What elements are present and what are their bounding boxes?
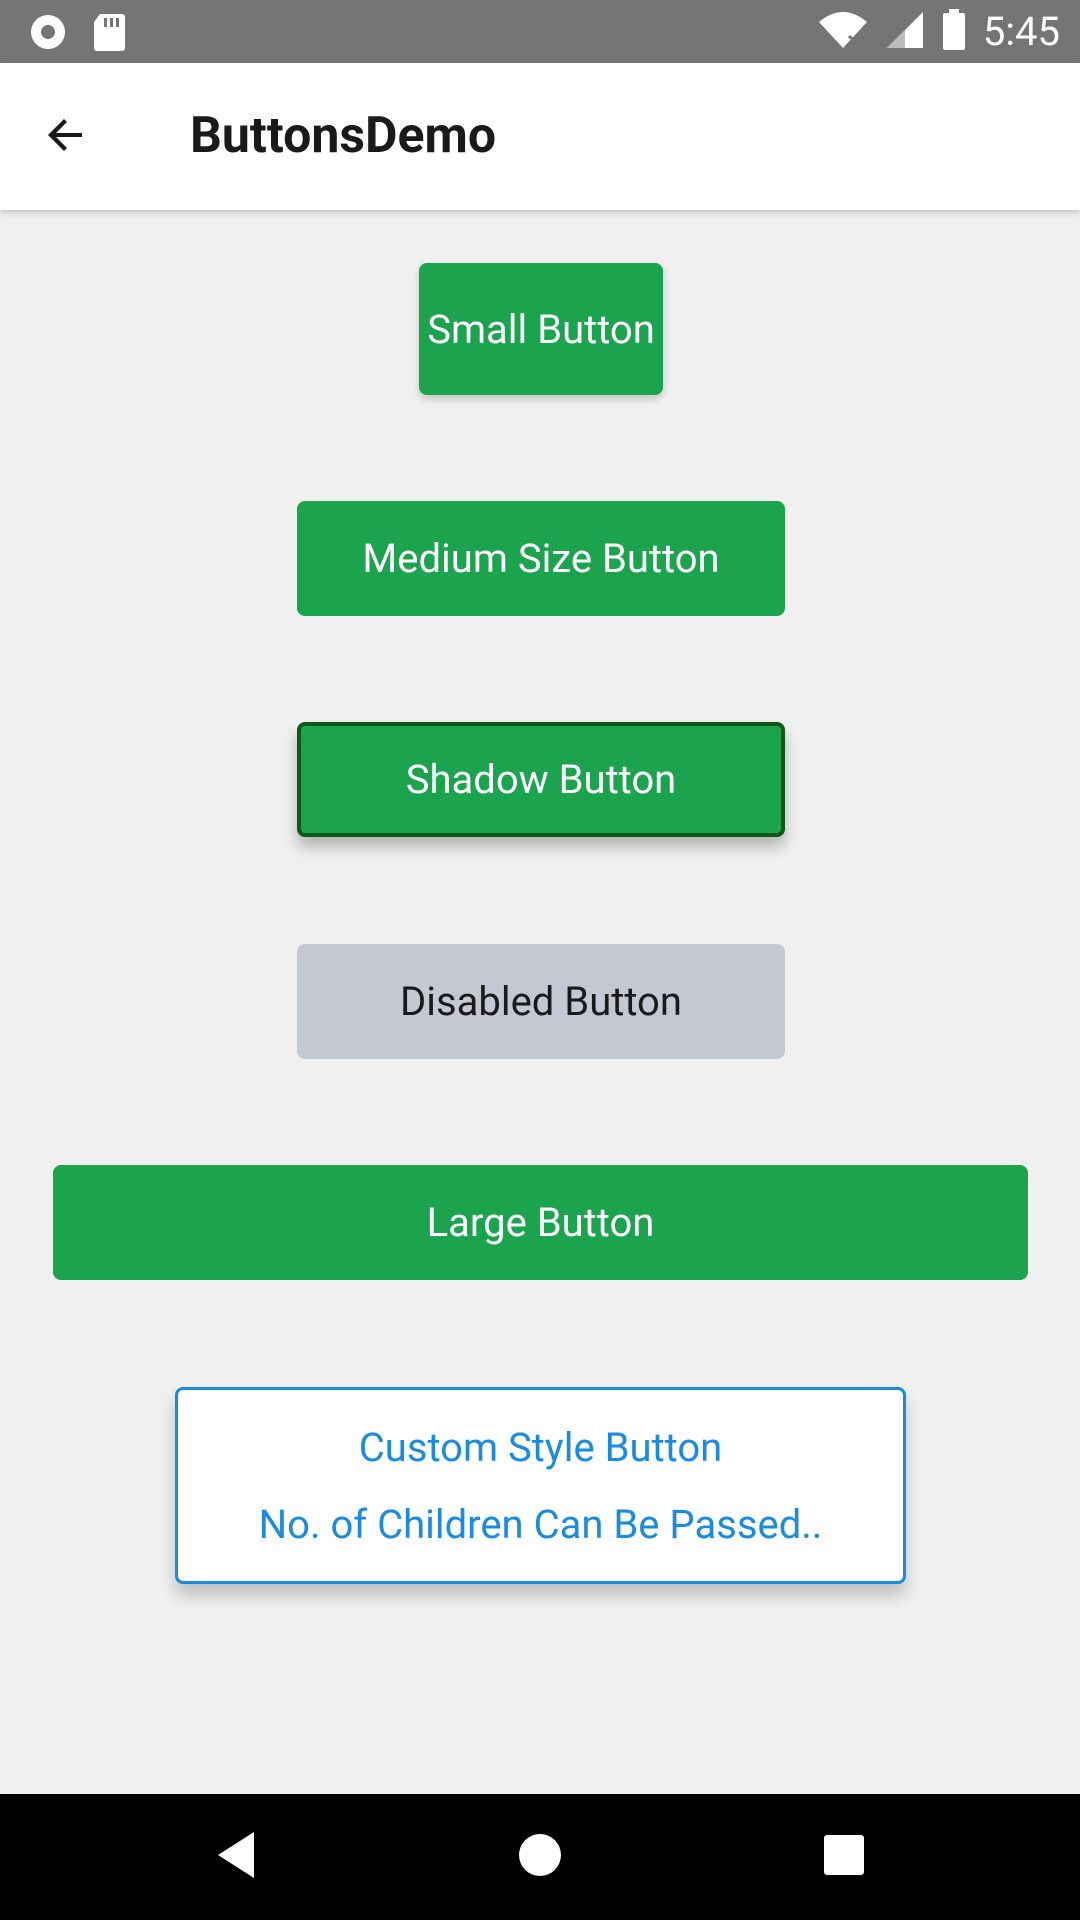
record-icon <box>28 12 68 56</box>
status-bar: 5:45 <box>0 0 1080 63</box>
small-button[interactable]: Small Button <box>419 263 663 395</box>
large-button[interactable]: Large Button <box>53 1165 1028 1280</box>
custom-button-sublabel: No. of Children Can Be Passed.. <box>258 1500 823 1548</box>
app-bar: ButtonsDemo <box>0 63 1080 210</box>
back-triangle-icon <box>214 1830 258 1884</box>
disabled-button: Disabled Button <box>297 944 785 1059</box>
nav-recents-button[interactable] <box>794 1794 894 1920</box>
custom-button-label: Custom Style Button <box>358 1423 723 1471</box>
home-circle-icon <box>517 1832 563 1882</box>
arrow-back-icon <box>42 111 90 163</box>
nav-back-button[interactable] <box>186 1794 286 1920</box>
navigation-bar <box>0 1794 1080 1920</box>
medium-size-button[interactable]: Medium Size Button <box>297 501 785 616</box>
sd-card-icon <box>92 12 126 56</box>
wifi-icon <box>817 10 869 54</box>
status-clock: 5:45 <box>982 8 1060 55</box>
recents-square-icon <box>823 1834 865 1880</box>
nav-home-button[interactable] <box>490 1794 590 1920</box>
page-title: ButtonsDemo <box>190 107 497 165</box>
custom-style-button[interactable]: Custom Style Button No. of Children Can … <box>175 1387 906 1584</box>
back-button[interactable] <box>30 101 102 173</box>
battery-icon <box>941 8 967 55</box>
shadow-button[interactable]: Shadow Button <box>297 722 785 837</box>
cell-signal-icon <box>885 10 925 54</box>
